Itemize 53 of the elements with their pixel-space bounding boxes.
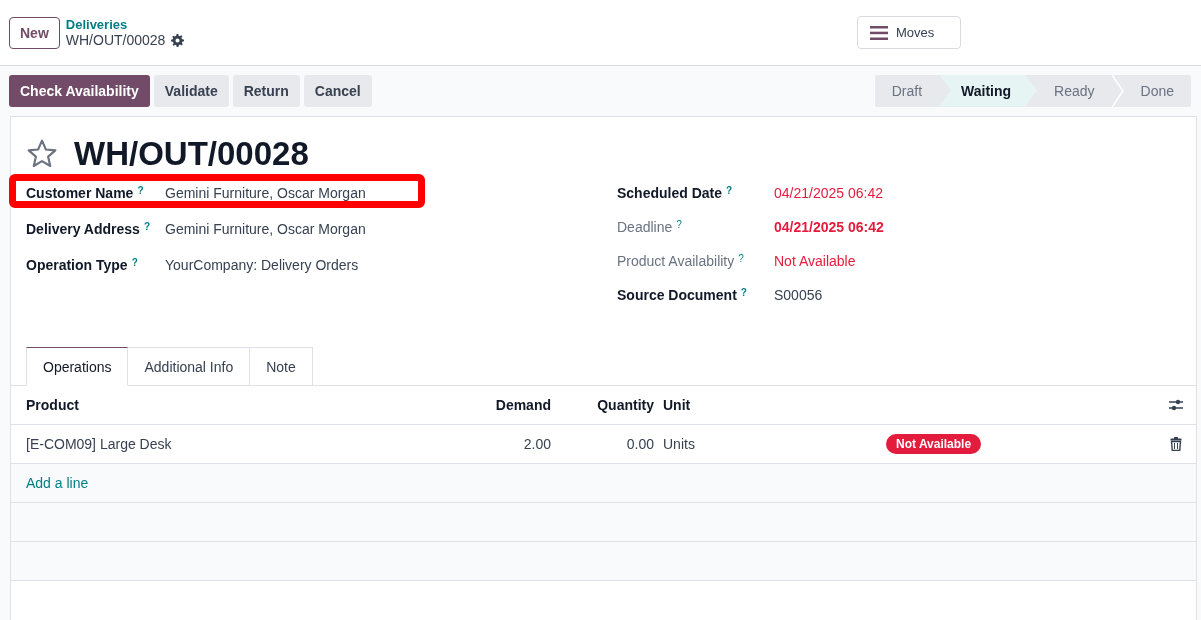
field-label: Deadline $^{?}$ [617, 219, 683, 235]
status-badge: Not Available [886, 434, 982, 454]
table-cell-text: 0.00 [625, 436, 654, 452]
action-button[interactable]: Check Availability [9, 74, 150, 107]
field-value: 04/21/2025 06:42 [774, 185, 883, 201]
table-cell-text: Units [662, 436, 696, 452]
status-stage[interactable]: Draft [874, 74, 940, 107]
stage-separator [1111, 74, 1124, 107]
column-header: Quantity [596, 397, 654, 413]
action-button[interactable]: Cancel [303, 74, 372, 107]
help-mark[interactable]: ? [740, 287, 747, 298]
tab[interactable]: Note [250, 347, 313, 386]
field-value: Not Available [774, 253, 856, 269]
add-line-link[interactable]: Add a line [11, 475, 551, 491]
moves-button[interactable]: Moves [857, 16, 961, 49]
status-stage[interactable]: Done [1123, 74, 1191, 107]
action-button[interactable]: Return [232, 74, 300, 107]
help-mark[interactable]: ? [143, 221, 150, 232]
record-title: WH/OUT/00028 [74, 135, 309, 173]
help-mark[interactable]: ? [137, 185, 144, 196]
field-label: Product Availability $^{?}$ [617, 253, 745, 269]
menu-icon [870, 25, 888, 40]
breadcrumb-link[interactable]: Deliveries [65, 17, 185, 32]
column-header: Demand [494, 397, 551, 413]
settings-icon[interactable] [171, 33, 185, 47]
table-cell-text: 2.00 [522, 436, 551, 452]
help-mark[interactable]: ? [676, 219, 682, 230]
table-cell-text: [E-COM09] Large Desk [25, 436, 173, 452]
field-value: 04/21/2025 06:42 [774, 219, 884, 235]
field-label: Operation Type $^{?}$ [26, 257, 139, 273]
new-button[interactable]: New [9, 16, 60, 49]
breadcrumb-current: WH/OUT/00028 [65, 32, 166, 48]
sliders-icon[interactable] [1169, 398, 1183, 412]
field-label: Customer Name $^{?}$ [26, 185, 145, 201]
field-value: S00056 [774, 287, 823, 303]
tab[interactable]: Operations [26, 347, 129, 386]
field-label: Source Document $^{?}$ [617, 287, 748, 303]
help-mark[interactable]: ? [131, 257, 138, 268]
status-stage[interactable]: Waiting [939, 74, 1038, 107]
field-value: Gemini Furniture, Oscar Morgan [165, 221, 366, 237]
field-label: Delivery Address $^{?}$ [26, 221, 151, 237]
column-header: Unit [662, 397, 692, 413]
field-label: Scheduled Date $^{?}$ [617, 185, 734, 201]
help-mark[interactable]: ? [726, 185, 733, 196]
field-value: YourCompany: Delivery Orders [165, 257, 359, 273]
tab[interactable]: Additional Info [128, 347, 251, 386]
status-stage[interactable]: Ready [1037, 74, 1112, 107]
action-button[interactable]: Validate [153, 74, 229, 107]
trash-icon[interactable] [1169, 437, 1183, 451]
field-value: Gemini Furniture, Oscar Morgan [165, 185, 366, 201]
star-icon[interactable] [26, 138, 58, 170]
column-header: Product [25, 397, 80, 413]
help-mark[interactable]: ? [738, 253, 744, 264]
